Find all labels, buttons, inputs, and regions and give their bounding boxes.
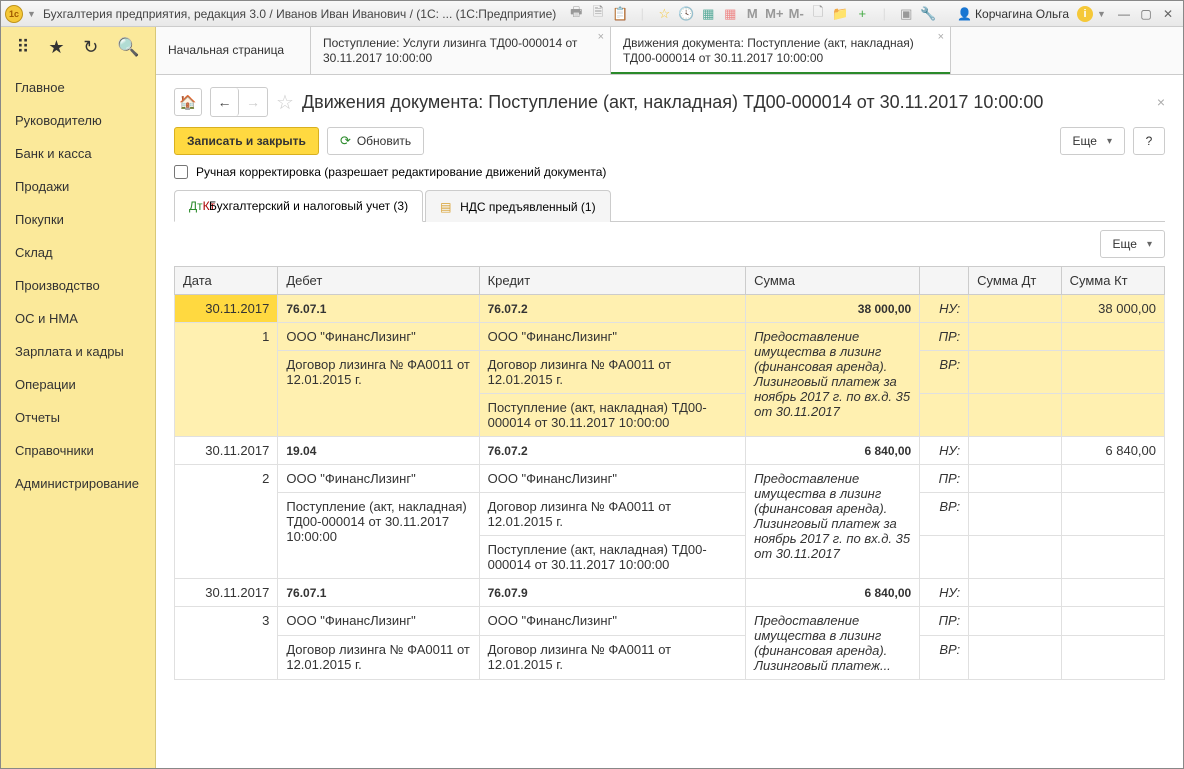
tab-close-icon[interactable]: × [598,31,604,43]
tab-close-icon[interactable]: × [938,31,944,43]
list-icon: ▤ [440,200,454,214]
doc-icon[interactable]: 🗎 [590,6,606,22]
table-row[interactable]: 30.11.2017 76.07.1 76.07.2 38 000,00 НУ:… [175,295,1165,437]
favorite-star-icon[interactable]: ☆ [276,90,294,115]
nav-group: ← → [210,87,268,117]
user-name: Корчагина Ольга [975,7,1069,21]
sep: | [634,6,650,22]
info-dropdown-icon[interactable]: ▼ [1097,9,1107,19]
info-icon[interactable]: i [1077,6,1093,22]
m-icon[interactable]: M [744,6,760,22]
sidebar-item[interactable]: Администрирование [1,467,155,500]
sidebar-item[interactable]: Банк и касса [1,137,155,170]
sidebar-item[interactable]: Справочники [1,434,155,467]
user-indicator[interactable]: 👤 Корчагина Ольга [957,7,1069,21]
refresh-icon: ⟳ [340,133,351,149]
app-logo-icon: 1c [5,5,23,23]
sidebar-item[interactable]: Отчеты [1,401,155,434]
save-and-close-button[interactable]: Записать и закрыть [174,127,319,155]
sidebar-item[interactable]: Главное [1,71,155,104]
refresh-button[interactable]: ⟳Обновить [327,127,424,155]
table-row[interactable]: 30.11.2017 19.04 76.07.2 6 840,00 НУ: 6 … [175,437,1165,579]
sidebar: ⠿ ★ ↻ 🔍 Главное Руководителю Банк и касс… [1,27,156,768]
app-menu-dropdown-icon[interactable]: ▼ [27,9,37,19]
document-close-icon[interactable]: × [1157,94,1165,110]
tab-document-1[interactable]: Поступление: Услуги лизинга ТД00-000014 … [311,27,611,74]
more-button[interactable]: Еще [1060,127,1125,155]
tabbar: Начальная страница Поступление: Услуги л… [156,27,1183,75]
manual-edit-row: Ручная корректировка (разрешает редактир… [174,165,1165,179]
toolbar: Записать и закрыть ⟳Обновить Еще ? [174,127,1165,155]
clipboard-icon[interactable]: 📋 [612,6,628,22]
sidebar-item[interactable]: Покупки [1,203,155,236]
maximize-button[interactable]: ▢ [1135,5,1157,23]
user-icon: 👤 [957,7,971,21]
sidebar-item[interactable]: Операции [1,368,155,401]
main-area: Начальная страница Поступление: Услуги л… [156,27,1183,768]
app-window: 1c ▼ Бухгалтерия предприятия, редакция 3… [0,0,1184,769]
favorite-icon[interactable]: ☆ [656,6,672,22]
star-icon[interactable]: ★ [48,37,64,58]
sidebar-item[interactable]: Производство [1,269,155,302]
tab-home[interactable]: Начальная страница [156,27,311,74]
minimize-button[interactable]: — [1113,5,1135,23]
close-button[interactable]: ✕ [1157,5,1179,23]
sidebar-item[interactable]: Руководителю [1,104,155,137]
col-date[interactable]: Дата [175,267,278,295]
tool-icon[interactable]: 🔧 [920,6,936,22]
forward-button[interactable]: → [239,88,267,116]
apps-icon[interactable]: ⠿ [16,37,29,58]
m-plus-icon[interactable]: M+ [766,6,782,22]
plus-icon[interactable]: + [854,6,870,22]
sidebar-tools: ⠿ ★ ↻ 🔍 [1,27,155,67]
tab-document-2[interactable]: Движения документа: Поступление (акт, на… [611,27,951,74]
window-title: Бухгалтерия предприятия, редакция 3.0 / … [43,7,556,21]
sidebar-item[interactable]: Зарплата и кадры [1,335,155,368]
dt-kt-icon: ДтКт [189,199,203,213]
col-sum[interactable]: Сумма [746,267,920,295]
history-icon[interactable]: ↻ [83,37,98,58]
document-title: Движения документа: Поступление (акт, на… [302,92,1149,113]
inner-tab-vat[interactable]: ▤ НДС предъявленный (1) [425,190,610,222]
col-debit[interactable]: Дебет [278,267,479,295]
sub-toolbar: Еще [174,230,1165,258]
col-tag[interactable] [920,267,969,295]
inner-tab-accounting[interactable]: ДтКт Бухгалтерский и налоговый учет (3) [174,190,423,222]
calculator-icon[interactable]: ▦ [700,6,716,22]
titlebar: 1c ▼ Бухгалтерия предприятия, редакция 3… [1,1,1183,27]
back-button[interactable]: ← [211,88,239,116]
col-sumkt[interactable]: Сумма Кт [1061,267,1164,295]
manual-edit-checkbox[interactable] [174,165,188,179]
toolbar-quick-icons: 🖶 🗎 📋 | ☆ 🕓 ▦ ▦ M M+ M- 🗋 📁 + | ▣ 🔧 [568,6,936,22]
folder-icon[interactable]: 📁 [832,6,848,22]
col-credit[interactable]: Кредит [479,267,746,295]
content: 🏠 ← → ☆ Движения документа: Поступление … [156,75,1183,768]
new-icon[interactable]: 🗋 [810,6,826,22]
window-icon[interactable]: ▣ [898,6,914,22]
sidebar-nav: Главное Руководителю Банк и касса Продаж… [1,67,155,500]
calendar-icon[interactable]: ▦ [722,6,738,22]
help-button[interactable]: ? [1133,127,1165,155]
m-minus-icon[interactable]: M- [788,6,804,22]
manual-edit-label: Ручная корректировка (разрешает редактир… [196,165,606,179]
sidebar-item[interactable]: Продажи [1,170,155,203]
home-button[interactable]: 🏠 [174,88,202,116]
document-header: 🏠 ← → ☆ Движения документа: Поступление … [174,87,1165,117]
sep2: | [876,6,892,22]
search-icon[interactable]: 🔍 [117,37,139,58]
inner-tabs: ДтКт Бухгалтерский и налоговый учет (3) … [174,189,1165,222]
movements-table: Дата Дебет Кредит Сумма Сумма Дт Сумма К… [174,266,1165,680]
print-icon[interactable]: 🖶 [568,6,584,22]
more-button-2[interactable]: Еще [1100,230,1165,258]
sidebar-item[interactable]: Склад [1,236,155,269]
table-row[interactable]: 30.11.2017 76.07.1 76.07.9 6 840,00 НУ: … [175,579,1165,680]
history-icon[interactable]: 🕓 [678,6,694,22]
col-sumdt[interactable]: Сумма Дт [969,267,1061,295]
sidebar-item[interactable]: ОС и НМА [1,302,155,335]
